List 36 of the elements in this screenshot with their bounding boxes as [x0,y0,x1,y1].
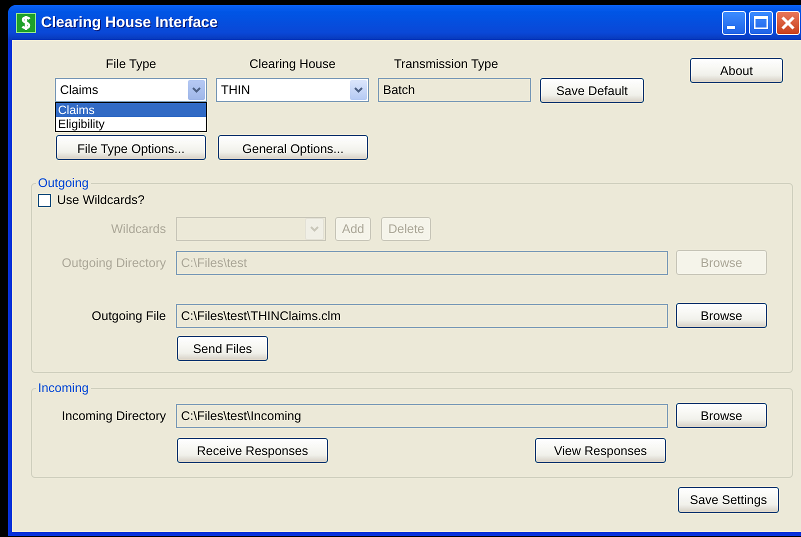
app-icon [16,12,36,32]
text-field[interactable]: C:\Files\test\THINClaims.clm [176,304,668,328]
checkbox-label: Use Wildcards? [57,193,145,207]
receive-responses-button[interactable]: Receive Responses [177,438,328,463]
field-label: File Type [104,57,158,71]
field-label: Outgoing File [90,308,166,322]
send-files-button[interactable]: Send Files [177,336,268,361]
group-title: Incoming [37,381,90,395]
dropdown-option[interactable]: Eligibility [56,117,206,131]
dropdown-option[interactable]: Claims [56,103,206,117]
field-label: Wildcards [110,222,166,236]
close-button[interactable] [776,10,800,34]
group-title: Outgoing [37,176,90,190]
save-default-button[interactable]: Save Default [540,78,644,103]
maximize-icon [754,16,768,29]
field-label: Clearing House [248,57,337,71]
maximize-button[interactable] [749,10,773,34]
dropdown[interactable]: THIN [216,78,369,102]
options-button[interactable]: General Options... [218,135,368,160]
browse-button[interactable]: Browse [676,303,767,328]
text-field: C:\Files\test [176,250,668,274]
field-label: Outgoing Directory [60,256,166,270]
options-button[interactable]: File Type Options... [56,135,206,160]
minimize-button[interactable] [722,10,746,34]
save-settings-button[interactable]: Save Settings [678,487,779,513]
checkbox[interactable] [38,194,51,206]
field-label: Transmission Type [393,57,500,71]
window-title: Clearing House Interface [41,14,218,31]
field-label: Incoming Directory [60,408,166,422]
view-responses-button[interactable]: View Responses [535,438,666,463]
minimize-icon [727,26,735,29]
close-icon [781,16,795,30]
text-field[interactable]: C:\Files\test\Incoming [176,404,668,428]
browse-button[interactable]: Browse [676,403,767,428]
about-button[interactable]: About [690,58,783,83]
dropdown[interactable]: Claims [55,78,207,102]
